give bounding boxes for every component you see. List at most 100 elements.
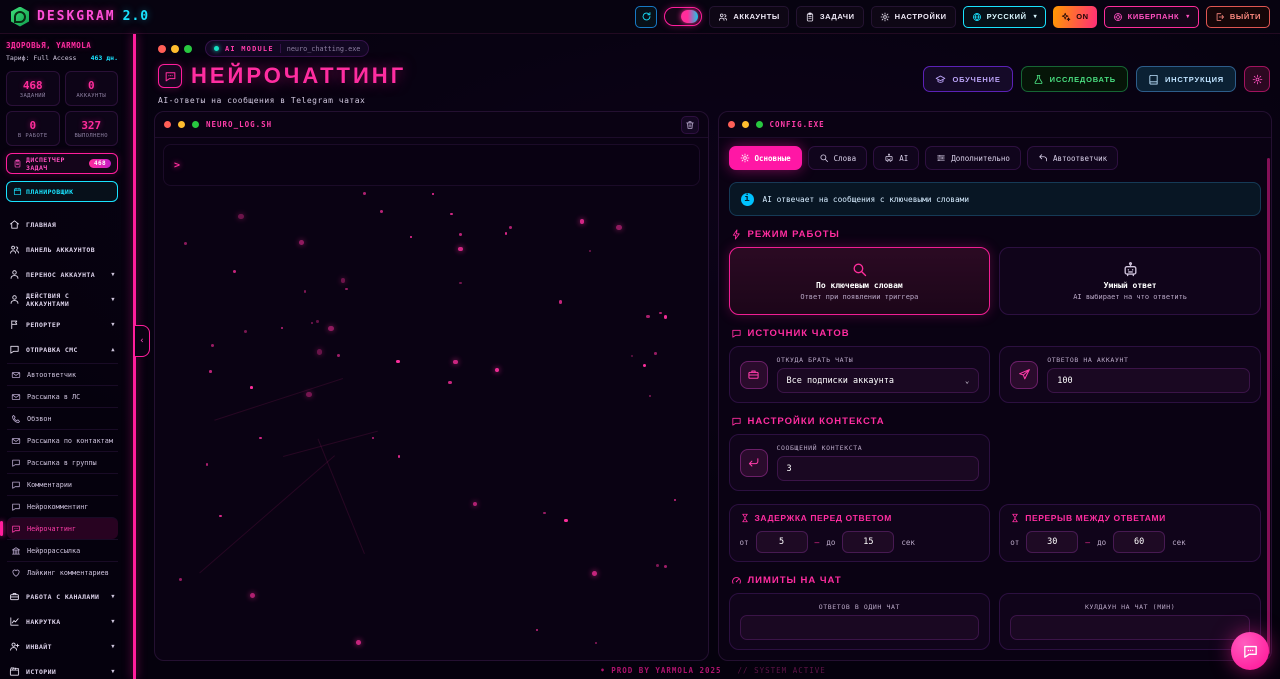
config-tab[interactable]: Основные xyxy=(728,146,802,170)
sidebar-submenu-item[interactable]: Нейрокомментинг xyxy=(7,495,118,517)
sidebar-menu-item[interactable]: ОТПРАВКА СМС ▲ xyxy=(6,337,118,362)
stat-label: ЗАДАНИЙ xyxy=(19,92,46,99)
sidebar-submenu-item[interactable]: Обзвон xyxy=(7,407,118,429)
clear-log-button[interactable] xyxy=(680,115,699,134)
sidebar-menu-item[interactable]: ИСТОРИИ ▼ xyxy=(6,659,118,679)
chat-cooldown-input[interactable] xyxy=(1010,615,1250,640)
sidebar-menu-item[interactable]: ДЕЙСТВИЯ С АККАУНТАМИ ▼ xyxy=(6,287,118,312)
replies-per-account-card: ОТВЕТОВ НА АККАУНТ xyxy=(999,346,1261,403)
sidebar-submenu-item[interactable]: Нейрочаттинг xyxy=(0,517,118,539)
logo-name: DESKGRAM xyxy=(37,9,116,24)
menu-arrow-icon: ▼ xyxy=(111,321,115,328)
menu-arrow-icon: ▼ xyxy=(111,668,115,675)
config-scrollbar[interactable] xyxy=(1267,158,1270,654)
sidebar-menu-item[interactable]: РЕПОРТЕР ▼ xyxy=(6,312,118,337)
sidebar-submenu-item[interactable]: Рассылка по контактам xyxy=(7,429,118,451)
hourglass-icon xyxy=(1010,513,1020,523)
logout-button[interactable]: ВЫЙТИ xyxy=(1205,5,1270,28)
flask-icon xyxy=(1033,74,1044,85)
training-button[interactable]: ОБУЧЕНИЕ xyxy=(923,66,1013,92)
config-tab[interactable]: Слова xyxy=(807,146,868,170)
mode-card[interactable]: По ключевым словам Ответ при появлении т… xyxy=(728,247,991,315)
instruction-button[interactable]: ИНСТРУКЦИЯ xyxy=(1135,66,1236,92)
chat-cooldown-label: КУЛДАУН НА ЧАТ (МИН) xyxy=(1084,603,1176,611)
logout-icon xyxy=(1215,12,1225,22)
context-messages-input[interactable] xyxy=(776,456,980,481)
book-icon xyxy=(1148,74,1159,85)
clipboard-icon xyxy=(13,159,22,168)
config-tab[interactable]: AI xyxy=(873,146,920,170)
terminal-prompt: > xyxy=(174,160,181,171)
sidebar-menu-item[interactable]: ГЛАВНАЯ xyxy=(6,212,118,237)
starfield-background xyxy=(155,138,708,660)
sidebar-submenu-item[interactable]: Нейрорассылка xyxy=(7,539,118,561)
heart-icon xyxy=(11,568,21,578)
pause-from-input[interactable] xyxy=(1026,531,1079,553)
config-panel-title: CONFIG.EXE xyxy=(769,120,825,129)
delay-from-input[interactable] xyxy=(755,531,808,553)
module-settings-button[interactable] xyxy=(1244,66,1270,92)
sidebar-divider-zone xyxy=(124,34,150,679)
scheduler-button[interactable]: ПЛАНИРОВЩИК xyxy=(6,181,118,202)
home-icon xyxy=(9,219,20,230)
footer: • PROD BY YARMOLA 2025 // SYSTEM ACTIVE xyxy=(154,661,1272,679)
sidebar-menu-item[interactable]: ПАНЕЛЬ АККАУНТОВ xyxy=(6,237,118,262)
pause-between-replies-card: ПЕРЕРЫВ МЕЖДУ ОТВЕТАМИ от — до сек xyxy=(999,504,1261,562)
sidebar-submenu-item[interactable]: Комментарии xyxy=(7,473,118,495)
deskgram-logo: DESKGRAM 2.0 xyxy=(10,6,149,27)
sidebar-menu-item[interactable]: НАКРУТКА ▼ xyxy=(6,609,118,634)
terminal-input-area[interactable]: > xyxy=(163,144,700,186)
chat-icon xyxy=(11,524,21,534)
stat-label: АККАУНТЫ xyxy=(76,92,107,99)
research-button[interactable]: ИССЛЕДОВАТЬ xyxy=(1020,66,1128,92)
pause-to-input[interactable] xyxy=(1113,531,1166,553)
sidebar-submenu-item[interactable]: Рассылка в ЛС xyxy=(7,385,118,407)
window-minimize-icon xyxy=(741,121,749,128)
chevron-down-icon: ⌄ xyxy=(965,376,970,385)
sidebar-menu-item[interactable]: РАБОТА С КАНАЛАМИ ▼ xyxy=(6,584,118,609)
settings-button[interactable]: НАСТРОЙКИ xyxy=(870,5,956,28)
footer-status: // SYSTEM ACTIVE xyxy=(737,665,826,675)
sidebar-submenu-item[interactable]: Автоответчик xyxy=(7,363,118,385)
config-tab[interactable]: Дополнительно xyxy=(925,146,1021,170)
sidebar-menu: ГЛАВНАЯ ПАНЕЛЬ АККАУНТОВ ПЕРЕНОС АККАУНТ… xyxy=(0,212,118,679)
tariff-label: Тариф: Full Access xyxy=(6,54,77,62)
context-messages-card: СООБЩЕНИЙ КОНТЕКСТА xyxy=(728,434,991,491)
tasks-button[interactable]: ЗАДАЧИ xyxy=(795,5,864,28)
search-icon xyxy=(819,153,829,163)
paper-plane-icon xyxy=(1010,360,1039,389)
task-dispatcher-button[interactable]: ДИСПЕТЧЕР ЗАДАЧ 468 xyxy=(6,153,118,174)
support-chat-button[interactable] xyxy=(1231,632,1269,670)
effects-on-button[interactable]: ON xyxy=(1053,5,1097,28)
config-tab[interactable]: Автоответчик xyxy=(1026,146,1119,170)
task-dispatcher-badge: 468 xyxy=(88,159,111,168)
accounts-button[interactable]: АККАУНТЫ xyxy=(709,5,789,28)
language-button[interactable]: РУССКИЙ ▾ xyxy=(962,5,1047,28)
power-toggle[interactable] xyxy=(664,7,703,26)
refresh-button[interactable] xyxy=(635,5,658,28)
flag-icon xyxy=(9,319,20,330)
mode-card[interactable]: Умный ответ AI выбирает на что ответить xyxy=(999,247,1261,315)
stats-grid: 468 ЗАДАНИЙ 0 АККАУНТЫ 0 В РАБОТЕ 327 ВЫ… xyxy=(6,71,118,146)
sidebar-menu-item[interactable]: ИНВАЙТ ▼ xyxy=(6,634,118,659)
replies-per-chat-input[interactable] xyxy=(739,615,980,640)
envelope-icon xyxy=(11,392,21,402)
replies-per-account-input[interactable] xyxy=(1047,368,1250,393)
delay-to-input[interactable] xyxy=(842,531,895,553)
menu-arrow-icon: ▼ xyxy=(111,296,115,303)
chat-icon xyxy=(1242,643,1259,660)
sidebar-collapse-handle[interactable] xyxy=(135,325,150,357)
section-chat-source: ИСТОЧНИК ЧАТОВ xyxy=(731,328,1260,339)
chat-source-select[interactable]: Все подписки аккаунта ⌄ xyxy=(776,368,980,393)
comment-icon xyxy=(11,480,21,490)
stat-box: 468 ЗАДАНИЙ xyxy=(6,71,60,106)
tariff-days-left: 463 дн. xyxy=(90,54,118,62)
sidebar-submenu-item[interactable]: Рассылка в группы xyxy=(7,451,118,473)
window-maximize-icon xyxy=(192,121,199,128)
theme-button[interactable]: КИБЕРПАНК ▾ xyxy=(1103,5,1199,28)
sidebar-submenu-item[interactable]: Лайкинг комментариев xyxy=(7,561,118,583)
chat-cooldown-card: КУЛДАУН НА ЧАТ (МИН) xyxy=(999,593,1261,650)
sidebar-menu-item[interactable]: ПЕРЕНОС АККАУНТА ▼ xyxy=(6,262,118,287)
replies-per-chat-label: ОТВЕТОВ В ОДИН ЧАТ xyxy=(818,603,900,611)
user-icon xyxy=(9,294,20,305)
